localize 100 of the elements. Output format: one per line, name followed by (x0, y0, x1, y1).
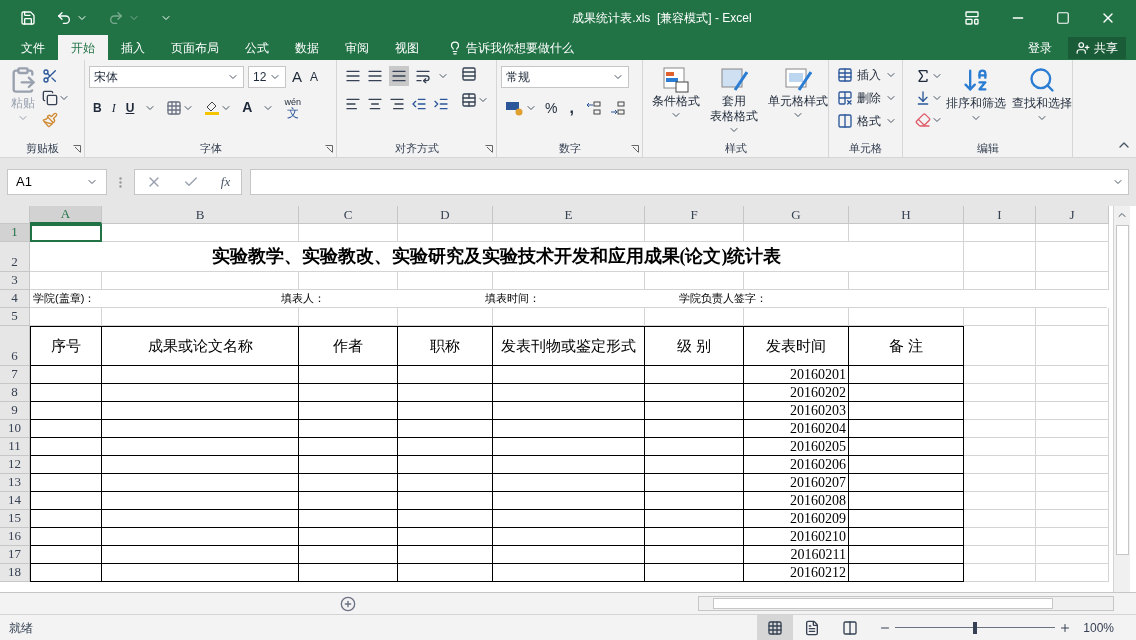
tell-me-field[interactable]: 告诉我你想要做什么 (466, 38, 574, 57)
format-painter-icon[interactable] (42, 112, 58, 128)
ribbon-tab[interactable]: 视图 (382, 35, 432, 60)
font-size-field[interactable]: 12 (248, 66, 286, 89)
row-header[interactable]: 13 (0, 474, 30, 492)
name-box[interactable]: A1 (7, 169, 107, 195)
cells-button[interactable]: 格式 (837, 112, 897, 130)
ribbon-tab[interactable]: 数据 (282, 35, 332, 60)
editing-button[interactable]: 查找和选择 (1009, 66, 1075, 139)
column-header[interactable]: C (299, 206, 398, 224)
redo-icon[interactable] (108, 9, 124, 26)
maximize-icon[interactable] (1056, 10, 1070, 25)
formula-field[interactable] (250, 169, 1129, 195)
column-header[interactable]: I (964, 206, 1036, 224)
row-header[interactable]: 14 (0, 492, 30, 510)
editing-button[interactable]: 排序和筛选 (943, 66, 1009, 139)
phonetic-button[interactable]: wén 文 (284, 96, 301, 119)
row-header[interactable]: 7 (0, 366, 30, 384)
page-layout-icon[interactable] (804, 619, 821, 636)
column-header[interactable]: H (849, 206, 964, 224)
ribbon-tab[interactable]: 插入 (108, 35, 158, 60)
grow-font-button[interactable]: A (290, 66, 304, 89)
ribbon-tab[interactable]: 文件 (8, 35, 58, 60)
ribbon-tab[interactable]: 审阅 (332, 35, 382, 60)
fill-color-icon[interactable] (204, 99, 221, 116)
row-header[interactable]: 11 (0, 438, 30, 456)
page-break-icon[interactable] (842, 619, 859, 636)
font-name-field[interactable]: 宋体 (89, 66, 244, 89)
style-button[interactable]: 单元格样式 (763, 66, 833, 139)
ribbon-tab[interactable]: 页面布局 (158, 35, 232, 60)
row-header[interactable]: 4 (0, 290, 30, 308)
row-header[interactable]: 16 (0, 528, 30, 546)
row-header[interactable]: 8 (0, 384, 30, 402)
selected-cell[interactable] (30, 224, 102, 242)
zoom-slider-thumb[interactable] (973, 621, 978, 634)
decrease-indent-icon[interactable] (411, 96, 427, 112)
sign-in-link[interactable]: 登录 (1020, 38, 1060, 57)
ribbon-tab[interactable]: 开始 (58, 35, 108, 60)
font-color-button[interactable]: A (242, 97, 253, 118)
underline-button[interactable]: U (125, 98, 135, 117)
style-button[interactable]: 套用 表格格式 (705, 66, 763, 139)
autosum-icon[interactable] (915, 68, 931, 84)
row-header[interactable]: 2 (0, 242, 30, 272)
dialog-launcher-icon[interactable] (485, 145, 493, 153)
increase-decimal-icon[interactable] (585, 100, 602, 116)
zoom-in-icon[interactable] (1059, 621, 1072, 634)
orientation-icon[interactable] (415, 68, 431, 84)
row-header[interactable]: 18 (0, 564, 30, 582)
add-sheet-icon[interactable] (340, 595, 356, 612)
ribbon-tab[interactable]: 公式 (232, 35, 282, 60)
align-middle-icon[interactable] (367, 68, 383, 84)
row-header[interactable]: 12 (0, 456, 30, 474)
column-header[interactable]: G (744, 206, 849, 224)
row-header[interactable]: 10 (0, 420, 30, 438)
save-icon[interactable] (20, 9, 36, 26)
normal-view-icon[interactable] (767, 619, 784, 636)
shrink-font-button[interactable]: A (308, 68, 321, 87)
share-button[interactable]: 共享 (1068, 36, 1126, 59)
decrease-decimal-icon[interactable] (609, 100, 626, 116)
row-header[interactable]: 5 (0, 308, 30, 326)
percent-button[interactable]: % (545, 97, 558, 119)
column-header[interactable]: A (30, 206, 102, 224)
increase-indent-icon[interactable] (433, 96, 449, 112)
clear-icon[interactable] (915, 112, 931, 128)
ribbon-options-icon[interactable] (964, 9, 980, 26)
fill-icon[interactable] (915, 90, 931, 106)
row-header[interactable]: 9 (0, 402, 30, 420)
cut-icon[interactable] (42, 68, 58, 84)
cells-button[interactable]: 插入 (837, 66, 897, 84)
align-bottom-icon[interactable] (391, 68, 407, 84)
row-header[interactable]: 17 (0, 546, 30, 564)
column-header[interactable]: E (493, 206, 645, 224)
copy-icon[interactable] (42, 90, 58, 106)
dialog-launcher-icon[interactable] (325, 145, 333, 153)
comma-button[interactable]: , (565, 96, 578, 120)
column-header[interactable]: B (102, 206, 299, 224)
row-header[interactable]: 15 (0, 510, 30, 528)
dialog-launcher-icon[interactable] (73, 145, 81, 153)
bold-button[interactable]: B (93, 98, 102, 117)
row-header[interactable]: 6 (0, 326, 30, 366)
align-center-icon[interactable] (367, 96, 383, 112)
align-left-icon[interactable] (345, 96, 361, 112)
number-format-field[interactable]: 常规 (501, 66, 629, 88)
italic-button[interactable]: I (111, 98, 116, 117)
style-button[interactable]: 条件格式 (647, 66, 705, 139)
horizontal-scrollbar[interactable] (698, 596, 1114, 611)
currency-icon[interactable] (505, 100, 525, 116)
zoom-slider[interactable] (895, 621, 1056, 634)
row-header[interactable]: 1 (0, 224, 30, 242)
column-header[interactable]: J (1036, 206, 1109, 224)
borders-icon[interactable] (166, 99, 183, 116)
insert-function-button[interactable]: fx (220, 172, 231, 192)
merge-icon[interactable] (461, 92, 477, 108)
align-top-icon[interactable] (345, 68, 361, 84)
align-right-icon[interactable] (389, 96, 405, 112)
row-header[interactable]: 3 (0, 272, 30, 290)
column-header[interactable]: F (645, 206, 744, 224)
dialog-launcher-icon[interactable] (631, 145, 639, 153)
undo-icon[interactable] (56, 9, 72, 26)
zoom-level[interactable]: 100% (1071, 618, 1136, 637)
